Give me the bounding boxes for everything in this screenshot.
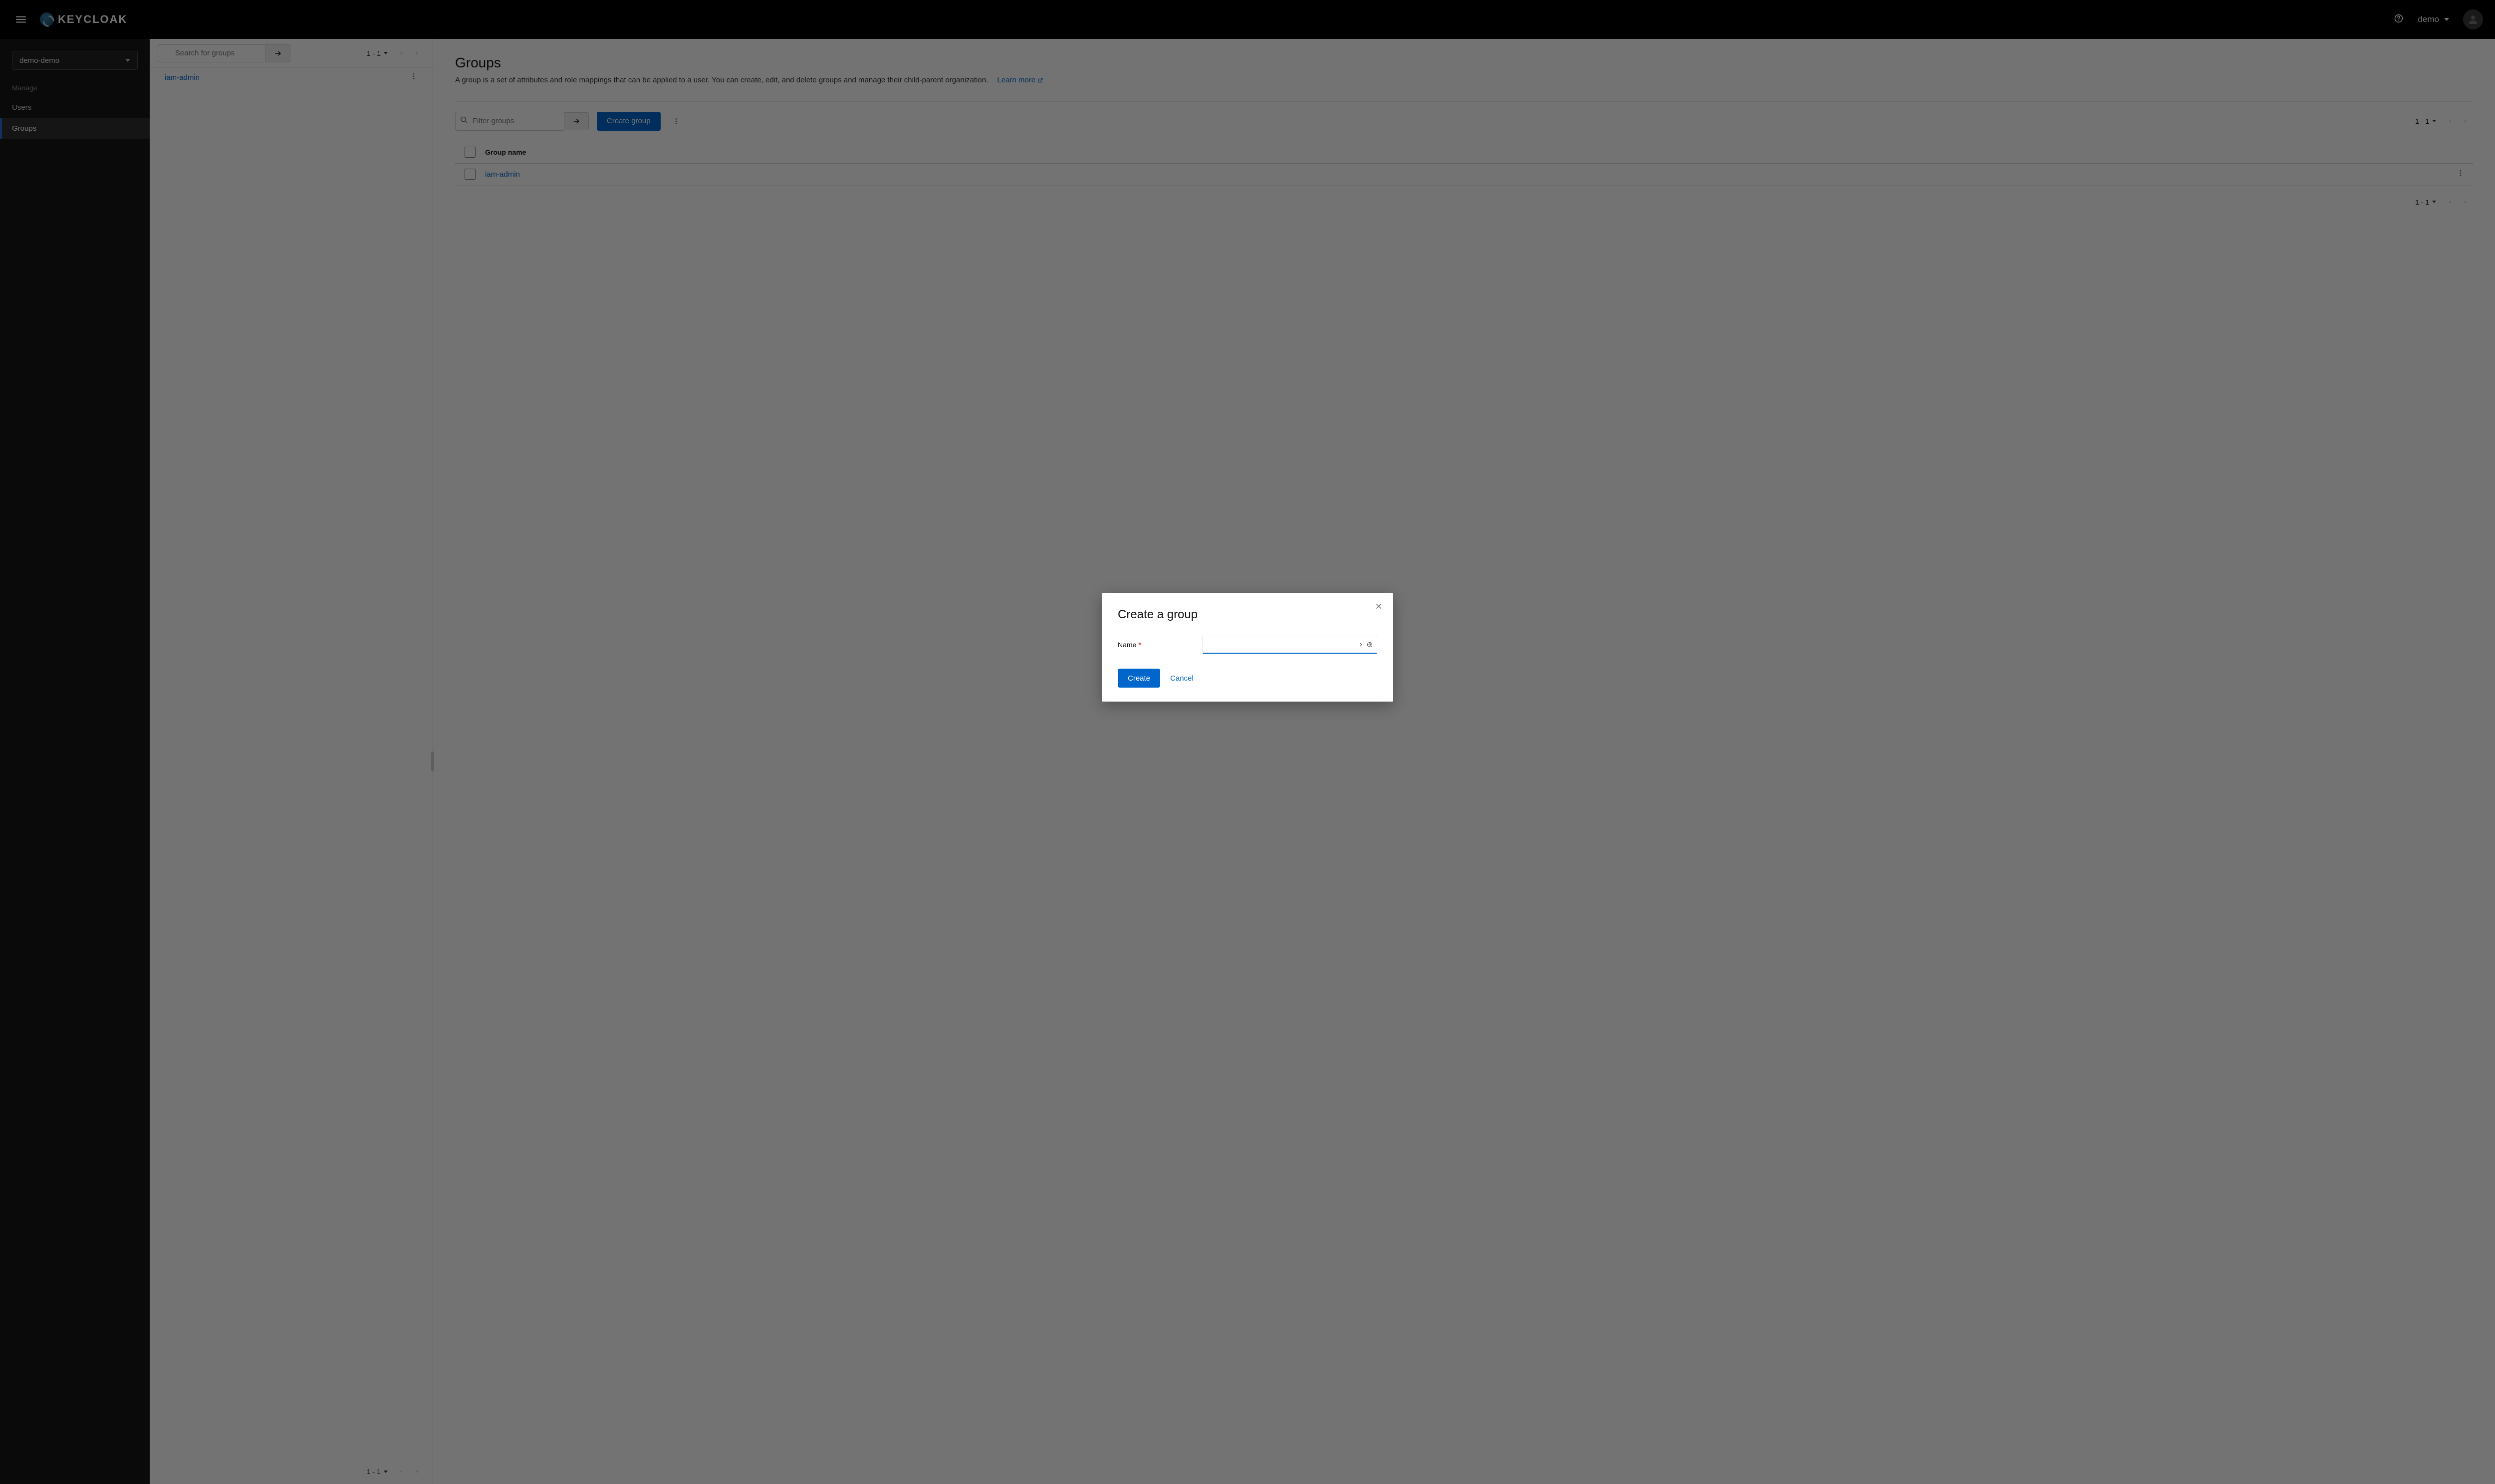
chevron-right-icon <box>1357 641 1364 648</box>
name-field-label: Name* <box>1118 641 1193 649</box>
modal-overlay[interactable]: Create a group Name* Create Cancel <box>0 0 2495 1484</box>
create-group-modal: Create a group Name* Create Cancel <box>1102 593 1393 702</box>
modal-title: Create a group <box>1118 608 1377 622</box>
modal-create-button[interactable]: Create <box>1118 669 1160 688</box>
modal-cancel-button[interactable]: Cancel <box>1170 674 1194 683</box>
modal-close-button[interactable] <box>1374 602 1383 613</box>
group-name-input[interactable] <box>1203 636 1377 654</box>
close-icon <box>1374 602 1383 611</box>
required-indicator: * <box>1138 641 1141 649</box>
globe-icon <box>1366 641 1373 648</box>
